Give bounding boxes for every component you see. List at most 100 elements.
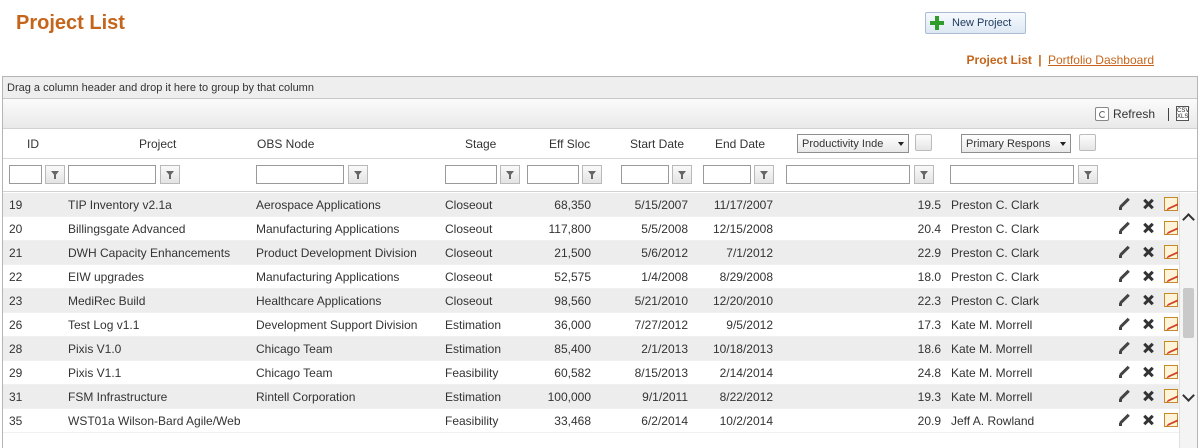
nav-project-list: Project List bbox=[966, 53, 1032, 67]
delete-icon[interactable] bbox=[1141, 293, 1155, 307]
delete-icon[interactable] bbox=[1141, 197, 1155, 211]
chart-icon[interactable] bbox=[1164, 389, 1178, 403]
header-end-date[interactable]: End Date bbox=[715, 137, 765, 151]
filter-icon[interactable] bbox=[582, 165, 602, 184]
filter-start-input[interactable] bbox=[621, 165, 669, 184]
header-id[interactable]: ID bbox=[27, 137, 39, 151]
productivity-checkbox[interactable] bbox=[915, 134, 932, 151]
cell-obs: Manufacturing Applications bbox=[256, 270, 400, 284]
delete-icon[interactable] bbox=[1141, 365, 1155, 379]
table-row[interactable]: 21 DWH Capacity Enhancements Product Devel… bbox=[3, 241, 1181, 265]
productivity-dropdown-label: Productivity Inde bbox=[802, 137, 884, 150]
productivity-column-dropdown[interactable]: Productivity Inde bbox=[797, 134, 909, 153]
filter-icon[interactable] bbox=[45, 165, 65, 184]
new-project-button[interactable]: New Project bbox=[925, 12, 1026, 34]
table-row[interactable]: 22 EIW upgrades Manufacturing Applications… bbox=[3, 265, 1181, 289]
primary-checkbox[interactable] bbox=[1079, 134, 1096, 151]
delete-icon[interactable] bbox=[1141, 245, 1155, 259]
cell-project: Billingsgate Advanced bbox=[68, 222, 186, 236]
header-project[interactable]: Project bbox=[139, 137, 176, 151]
chart-icon[interactable] bbox=[1164, 197, 1178, 211]
edit-icon[interactable] bbox=[1117, 197, 1131, 211]
cell-stage: Closeout bbox=[445, 222, 493, 236]
vertical-scrollbar[interactable] bbox=[1179, 193, 1197, 448]
delete-icon[interactable] bbox=[1141, 221, 1155, 235]
cell-end: 12/15/2008 bbox=[712, 222, 773, 236]
header-stage[interactable]: Stage bbox=[465, 137, 496, 151]
table-row[interactable]: 23 MediRec Build Healthcare Applications Cl… bbox=[3, 289, 1181, 313]
edit-icon[interactable] bbox=[1117, 221, 1131, 235]
group-panel[interactable]: Drag a column header and drop it here to… bbox=[3, 77, 1197, 99]
chart-icon[interactable] bbox=[1164, 269, 1178, 283]
edit-icon[interactable] bbox=[1117, 245, 1131, 259]
cell-productivity: 18.6 bbox=[917, 342, 941, 356]
export-icon[interactable]: CSV XLS bbox=[1176, 106, 1189, 121]
filter-icon[interactable] bbox=[160, 165, 180, 184]
primary-column-dropdown[interactable]: Primary Respons bbox=[961, 134, 1071, 153]
filter-icon[interactable] bbox=[914, 165, 934, 184]
edit-icon[interactable] bbox=[1117, 413, 1131, 427]
chart-icon[interactable] bbox=[1164, 293, 1178, 307]
edit-icon[interactable] bbox=[1117, 389, 1131, 403]
header-eff-sloc[interactable]: Eff Sloc bbox=[549, 137, 590, 151]
header-start-date[interactable]: Start Date bbox=[630, 137, 684, 151]
filter-icon[interactable] bbox=[672, 165, 692, 184]
filter-obs-input[interactable] bbox=[256, 165, 344, 184]
table-row[interactable]: 31 FSM Infrastructure Rintell Corporation E… bbox=[3, 385, 1181, 409]
filter-icon[interactable] bbox=[754, 165, 774, 184]
delete-icon[interactable] bbox=[1141, 341, 1155, 355]
cell-obs: Chicago Team bbox=[256, 342, 333, 356]
table-row[interactable]: 29 Pixis V1.1 Chicago Team Feasibility 60,58… bbox=[3, 361, 1181, 385]
chevron-down-icon bbox=[1060, 141, 1066, 146]
filter-end-input[interactable] bbox=[703, 165, 751, 184]
edit-icon[interactable] bbox=[1117, 269, 1131, 283]
toolbar-separator bbox=[1168, 108, 1169, 121]
edit-icon[interactable] bbox=[1117, 317, 1131, 331]
table-row[interactable]: 19 TIP Inventory v2.1a Aerospace Applicati… bbox=[3, 193, 1181, 217]
header-obs-node[interactable]: OBS Node bbox=[257, 137, 314, 151]
page-title: Project List bbox=[16, 12, 125, 34]
chart-icon[interactable] bbox=[1164, 413, 1178, 427]
delete-icon[interactable] bbox=[1141, 389, 1155, 403]
chart-icon[interactable] bbox=[1164, 317, 1178, 331]
cell-end: 8/29/2008 bbox=[719, 270, 773, 284]
scrollbar-thumb[interactable] bbox=[1183, 288, 1194, 338]
filter-productivity-input[interactable] bbox=[786, 165, 910, 184]
filter-project-input[interactable] bbox=[68, 165, 156, 184]
delete-icon[interactable] bbox=[1141, 413, 1155, 427]
nav-portfolio-dashboard-link[interactable]: Portfolio Dashboard bbox=[1048, 53, 1154, 67]
cell-stage: Closeout bbox=[445, 294, 493, 308]
cell-id: 20 bbox=[9, 222, 23, 236]
edit-icon[interactable] bbox=[1117, 365, 1131, 379]
filter-icon[interactable] bbox=[500, 165, 520, 184]
delete-icon[interactable] bbox=[1141, 317, 1155, 331]
chart-icon[interactable] bbox=[1164, 341, 1178, 355]
cell-project: MediRec Build bbox=[68, 294, 146, 308]
filter-primary-input[interactable] bbox=[950, 165, 1074, 184]
filter-effsloc-input[interactable] bbox=[527, 165, 579, 184]
grid-toolbar: Refresh CSV XLS bbox=[3, 99, 1197, 129]
primary-dropdown-label: Primary Respons bbox=[966, 137, 1051, 150]
chevron-up-icon[interactable] bbox=[1182, 213, 1195, 226]
chart-icon[interactable] bbox=[1164, 245, 1178, 259]
chevron-down-icon[interactable] bbox=[1182, 389, 1195, 402]
chart-icon[interactable] bbox=[1164, 365, 1178, 379]
filter-stage-input[interactable] bbox=[445, 165, 497, 184]
table-row[interactable]: 28 Pixis V1.0 Chicago Team Estimation 85,400… bbox=[3, 337, 1181, 361]
filter-icon[interactable] bbox=[348, 165, 368, 184]
delete-icon[interactable] bbox=[1141, 269, 1155, 283]
cell-start: 1/4/2008 bbox=[641, 270, 688, 284]
new-project-label: New Project bbox=[952, 17, 1012, 29]
refresh-button[interactable]: Refresh bbox=[1094, 107, 1155, 121]
edit-icon[interactable] bbox=[1117, 341, 1131, 355]
cell-project: Pixis V1.0 bbox=[68, 342, 122, 356]
cell-productivity: 24.8 bbox=[917, 366, 941, 380]
table-row[interactable]: 35 WST01a Wilson-Bard Agile/Web Feasibilit… bbox=[3, 409, 1181, 433]
cell-primary: Preston C. Clark bbox=[951, 222, 1040, 236]
edit-icon[interactable] bbox=[1117, 293, 1131, 307]
chart-icon[interactable] bbox=[1164, 221, 1178, 235]
filter-id-input[interactable] bbox=[9, 165, 42, 184]
filter-icon[interactable] bbox=[1078, 165, 1098, 184]
table-row[interactable]: 26 Test Log v1.1 Development Support Divis… bbox=[3, 313, 1181, 337]
table-row[interactable]: 20 Billingsgate Advanced Manufacturing App… bbox=[3, 217, 1181, 241]
